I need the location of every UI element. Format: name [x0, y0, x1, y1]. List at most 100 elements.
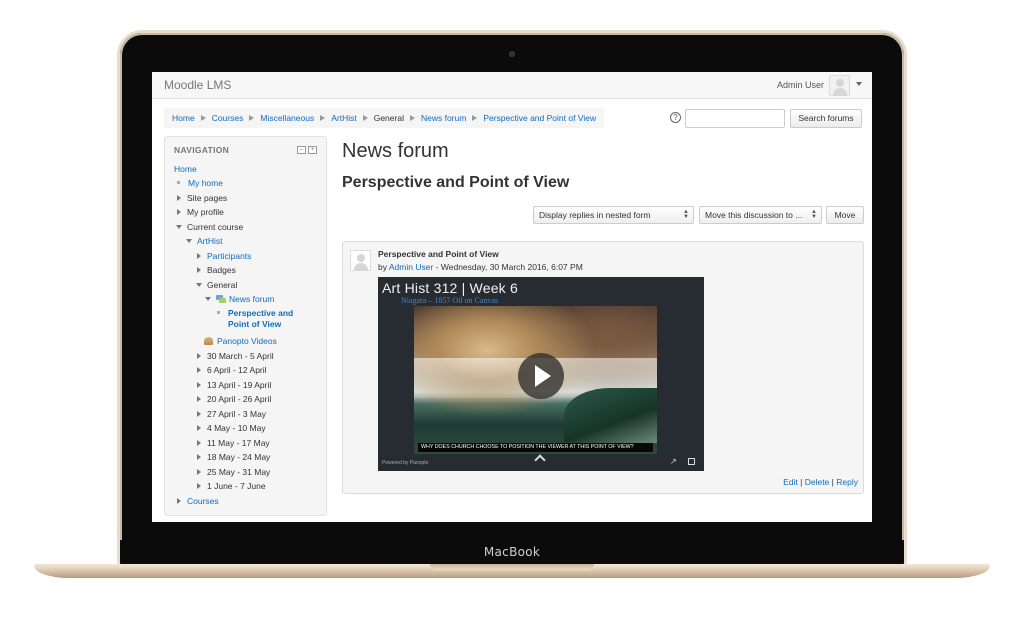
nav-item-label[interactable]: Perspective and — [228, 308, 293, 318]
nav-item-label[interactable]: Home — [174, 164, 197, 174]
nav-item-week[interactable]: 4 May - 10 May — [197, 423, 266, 434]
nav-item-label: Current course — [187, 222, 244, 232]
display-mode-select[interactable]: Display replies in nested form ▲ ▼ — [533, 206, 694, 224]
nav-item-label[interactable]: Participants — [207, 251, 251, 261]
breadcrumb-home[interactable]: Home — [172, 113, 195, 123]
breadcrumb-discussion[interactable]: Perspective and Point of View — [483, 113, 596, 123]
expand-arrow-icon — [177, 498, 181, 504]
select-arrows-icon: ▲ ▼ — [683, 209, 689, 220]
breadcrumb-miscellaneous[interactable]: Miscellaneous — [260, 113, 314, 123]
breadcrumb-courses[interactable]: Courses — [212, 113, 244, 123]
nav-item-label: 11 May - 17 May — [207, 438, 270, 448]
nav-item-week[interactable]: 6 April - 12 April — [197, 365, 267, 376]
navigation-title: NAVIGATION — [174, 145, 230, 155]
breadcrumb-separator-icon — [362, 115, 368, 121]
video-player[interactable]: Art Hist 312 | Week 6 Niagara – 1857 Oil… — [378, 277, 704, 471]
breadcrumb-separator-icon — [249, 115, 255, 121]
breadcrumb-separator-icon — [472, 115, 478, 121]
nav-item-label[interactable]: Point of View — [228, 319, 281, 329]
post-byline: by Admin User - Wednesday, 30 March 2016… — [378, 262, 583, 272]
breadcrumb-news-forum[interactable]: News forum — [421, 113, 466, 123]
reply-link[interactable]: Reply — [836, 477, 858, 487]
nav-item-arthist[interactable]: ArtHist — [186, 236, 223, 247]
nav-item-my-profile[interactable]: My profile — [177, 207, 224, 218]
action-separator: | — [831, 477, 834, 487]
nav-item-label: 6 April - 12 April — [207, 365, 267, 375]
nav-item-badges[interactable]: Badges — [197, 265, 236, 276]
page-title: News forum — [342, 140, 449, 162]
video-title: Art Hist 312 | Week 6 — [382, 280, 518, 296]
nav-item-panopto[interactable]: Panopto Videos — [204, 336, 277, 347]
nav-item-week[interactable]: 27 April - 3 May — [197, 409, 266, 420]
display-mode-value: Display replies in nested form — [539, 210, 651, 220]
help-icon[interactable]: ? — [670, 112, 681, 123]
collapse-arrow-icon — [205, 297, 211, 301]
navigation-block: NAVIGATION – + Home My home Site pages M… — [164, 136, 327, 516]
nav-item-label[interactable]: Courses — [187, 496, 219, 506]
expand-arrow-icon — [197, 469, 201, 475]
breadcrumb: Home Courses Miscellaneous ArtHist Gener… — [164, 108, 605, 128]
expand-arrow-icon — [197, 253, 201, 259]
post-actions: Edit | Delete | Reply — [783, 477, 858, 487]
nav-item-label[interactable]: My home — [188, 178, 223, 188]
site-brand[interactable]: Moodle LMS — [164, 78, 231, 92]
nav-item-week[interactable]: 11 May - 17 May — [197, 438, 270, 449]
nav-item-label: Site pages — [187, 193, 228, 203]
user-menu-name[interactable]: Admin User — [777, 80, 824, 90]
nav-item-week[interactable]: 18 May - 24 May — [197, 452, 270, 463]
collapse-arrow-icon — [186, 239, 192, 243]
delete-link[interactable]: Delete — [805, 477, 830, 487]
move-discussion-select[interactable]: Move this discussion to ... ▲ ▼ — [699, 206, 822, 224]
video-powered-by: Powered by Panopto — [382, 460, 429, 466]
nav-item-my-home[interactable]: My home — [177, 178, 223, 189]
search-input[interactable] — [685, 109, 785, 128]
forum-post: Perspective and Point of View by Admin U… — [342, 241, 864, 494]
post-author-link[interactable]: Admin User — [389, 262, 433, 272]
breadcrumb-arthist[interactable]: ArtHist — [331, 113, 357, 123]
nav-item-label[interactable]: ArtHist — [197, 236, 223, 246]
nav-item-discussion-line2[interactable]: Point of View — [228, 319, 281, 330]
nav-item-current-course[interactable]: Current course — [176, 222, 243, 233]
bullet-icon — [177, 181, 180, 184]
panopto-icon — [204, 337, 213, 345]
collapse-icon[interactable]: – — [297, 146, 306, 154]
nav-item-label: 25 May - 31 May — [207, 467, 271, 477]
fullscreen-icon[interactable] — [688, 458, 695, 465]
expand-arrow-icon — [197, 353, 201, 359]
nav-item-discussion[interactable]: Perspective and — [217, 308, 293, 319]
nav-item-news-forum[interactable]: News forum — [205, 294, 274, 305]
device-label: MacBook — [483, 545, 541, 559]
top-navbar: Moodle LMS Admin User — [152, 72, 872, 99]
nav-item-general[interactable]: General — [196, 280, 237, 291]
avatar[interactable] — [829, 75, 850, 96]
nav-item-week[interactable]: 20 April - 26 April — [197, 394, 271, 405]
expand-arrow-icon — [197, 440, 201, 446]
nav-item-label[interactable]: Panopto Videos — [217, 336, 277, 346]
breadcrumb-separator-icon — [409, 115, 415, 121]
nav-item-participants[interactable]: Participants — [197, 251, 251, 262]
breadcrumb-separator-icon — [200, 115, 206, 121]
expand-icon[interactable]: ↗ — [670, 458, 677, 466]
search-forums-button[interactable]: Search forums — [790, 109, 862, 128]
expand-arrow-icon — [177, 195, 181, 201]
nav-item-label[interactable]: News forum — [229, 294, 274, 304]
nav-item-label: 13 April - 19 April — [207, 380, 272, 390]
nav-item-site-pages[interactable]: Site pages — [177, 193, 227, 204]
chevron-up-icon[interactable] — [534, 454, 546, 466]
play-icon[interactable] — [518, 353, 564, 399]
nav-item-courses[interactable]: Courses — [177, 496, 219, 507]
nav-item-label: General — [207, 280, 238, 290]
collapse-arrow-icon — [196, 283, 202, 287]
nav-item-week[interactable]: 25 May - 31 May — [197, 467, 270, 478]
edit-link[interactable]: Edit — [783, 477, 798, 487]
move-button[interactable]: Move — [826, 206, 864, 224]
expand-arrow-icon — [197, 267, 201, 273]
nav-item-week[interactable]: 1 June - 7 June — [197, 481, 266, 492]
avatar[interactable] — [350, 250, 371, 271]
dock-icon[interactable]: + — [308, 146, 317, 154]
nav-item-week[interactable]: 30 March - 5 April — [197, 351, 274, 362]
chevron-down-icon[interactable] — [856, 82, 862, 86]
nav-item-week[interactable]: 13 April - 19 April — [197, 380, 271, 391]
nav-item-home[interactable]: Home — [174, 164, 197, 175]
breadcrumb-general: General — [373, 113, 404, 123]
